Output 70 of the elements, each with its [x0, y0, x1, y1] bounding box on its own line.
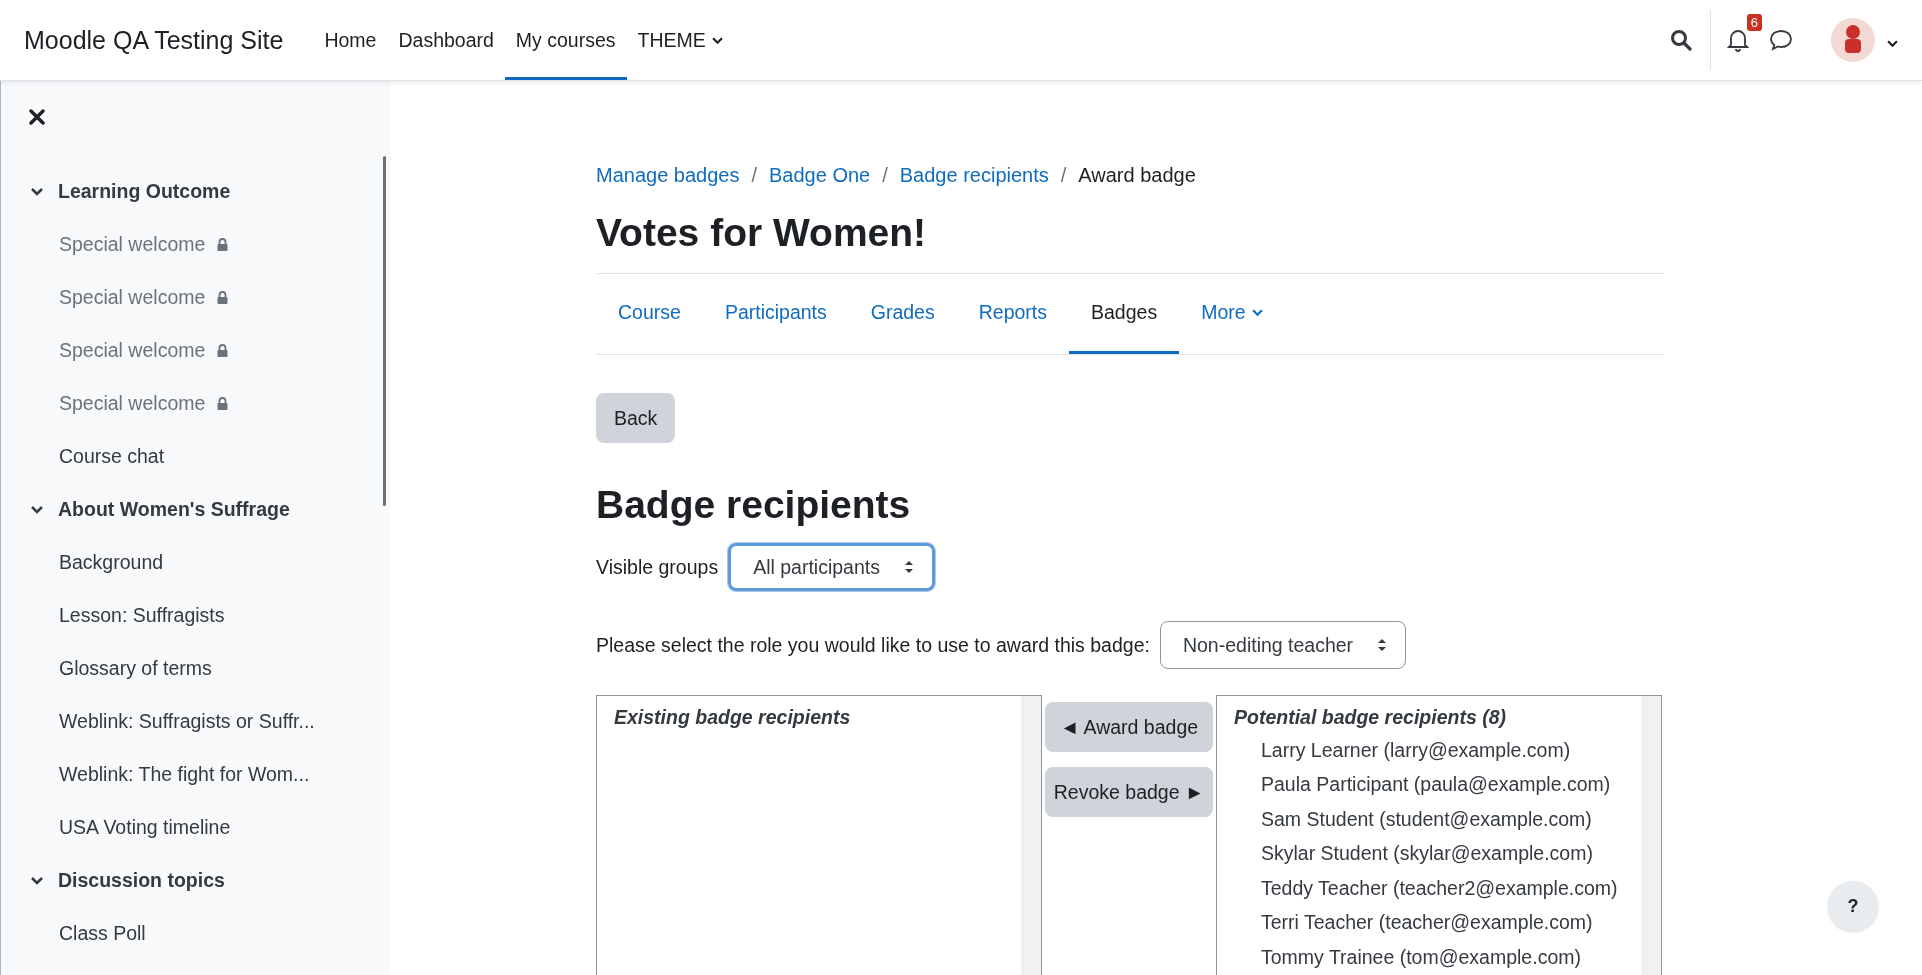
caret-icon — [1887, 39, 1898, 47]
list-option[interactable]: Terri Teacher (teacher@example.com) — [1261, 905, 1593, 940]
nav-link[interactable]: My courses — [504, 0, 627, 80]
course-index-item[interactable]: Glossary of terms — [1, 642, 390, 695]
breadcrumb-separator: / — [751, 164, 757, 187]
course-tab[interactable]: Course — [596, 274, 703, 354]
list-option[interactable]: Sam Student (student@example.com) — [1261, 802, 1592, 837]
bell-icon[interactable] — [1727, 28, 1749, 52]
lock-icon — [217, 291, 229, 304]
course-index-item[interactable]: Special welcome — [1, 377, 390, 430]
notification-count: 6 — [1746, 14, 1762, 31]
list-group-label: Existing badge recipients — [614, 706, 852, 729]
course-index-item[interactable]: USA Voting timeline — [1, 801, 390, 854]
list-option[interactable]: Tommy Trainee (tom@example.com) — [1261, 940, 1581, 975]
close-icon[interactable] — [29, 109, 45, 125]
course-tab[interactable]: Badges — [1069, 274, 1180, 354]
chat-bubble-icon[interactable] — [1769, 29, 1793, 51]
groups-select[interactable]: All participants — [728, 543, 935, 591]
lock-icon — [217, 344, 229, 357]
section-toggle[interactable]: Learning Outcome — [1, 165, 390, 218]
revoke-badge-button[interactable]: Revoke badge ► — [1045, 767, 1213, 817]
course-tab[interactable]: Reports — [956, 274, 1069, 354]
sort-arrows-icon — [903, 560, 914, 574]
course-index-item[interactable]: Special welcome — [1, 271, 390, 324]
breadcrumb-link[interactable]: Badge One — [769, 164, 871, 187]
chevron-icon — [30, 186, 44, 197]
chevron-icon — [30, 504, 44, 515]
breadcrumb-separator: / — [882, 164, 888, 187]
help-button[interactable]: ? — [1828, 881, 1878, 931]
list-option[interactable]: Skylar Student (skylar@example.com) — [1261, 836, 1593, 871]
list-option[interactable]: Larry Learner (larry@example.com) — [1261, 733, 1571, 768]
field-label: Please select the role you would like to use to award this badge: — [596, 633, 1150, 657]
role-select[interactable]: Non-editing teacher — [1159, 621, 1407, 669]
nav-link[interactable]: Dashboard — [387, 0, 505, 80]
award-badge-button[interactable]: ◄ Award badge — [1045, 702, 1213, 752]
list-group-label: Potential badge recipients (8) — [1234, 706, 1507, 729]
course-index-item[interactable]: Class Poll — [1, 907, 390, 960]
course-tab[interactable]: More — [1179, 274, 1285, 354]
breadcrumb-current: Award badge — [1078, 164, 1196, 187]
nav-link[interactable]: THEME — [626, 0, 734, 80]
lock-icon — [217, 397, 229, 410]
field-label: Visible groups — [596, 555, 719, 579]
breadcrumb-link[interactable]: Manage badges — [596, 164, 740, 187]
avatar[interactable] — [1831, 18, 1875, 62]
course-index-item[interactable]: Special welcome — [1, 324, 390, 377]
course-index-item[interactable]: Weblink: Suffragists or Suffr... — [1, 695, 390, 748]
course-title: Votes for Women! — [596, 211, 1664, 274]
course-index-item[interactable]: Lesson: Suffragists — [1, 589, 390, 642]
course-index-item[interactable]: Course chat — [1, 430, 390, 483]
site-name[interactable]: Moodle QA Testing Site — [24, 25, 284, 55]
search-icon[interactable] — [1670, 29, 1692, 51]
list-option[interactable]: Paula Participant (paula@example.com) — [1261, 767, 1611, 802]
section-toggle[interactable]: Discussion topics — [1, 854, 390, 907]
chevron-icon — [30, 875, 44, 886]
existing-recipients-list[interactable]: Existing badge recipients — [596, 695, 1042, 975]
course-index-item[interactable]: Special welcome — [1, 218, 390, 271]
list-option[interactable]: Teddy Teacher (teacher2@example.com) — [1261, 871, 1618, 906]
potential-recipients-list[interactable] — [1216, 695, 1662, 975]
section-toggle[interactable]: About Women's Suffrage — [1, 483, 390, 536]
lock-icon — [217, 238, 229, 251]
course-tab[interactable]: Participants — [702, 274, 849, 354]
course-tab[interactable]: Grades — [848, 274, 957, 354]
nav-link[interactable]: Home — [313, 0, 388, 80]
course-index-item[interactable]: Weblink: The fight for Wom... — [1, 748, 390, 801]
course-index-item[interactable]: Background — [1, 536, 390, 589]
breadcrumb-link[interactable]: Badge recipients — [899, 164, 1049, 187]
breadcrumb-separator: / — [1060, 164, 1067, 187]
back-button[interactable]: Back — [596, 393, 676, 443]
page-heading: Badge recipients — [596, 483, 912, 527]
sort-arrows-icon — [1377, 638, 1388, 652]
